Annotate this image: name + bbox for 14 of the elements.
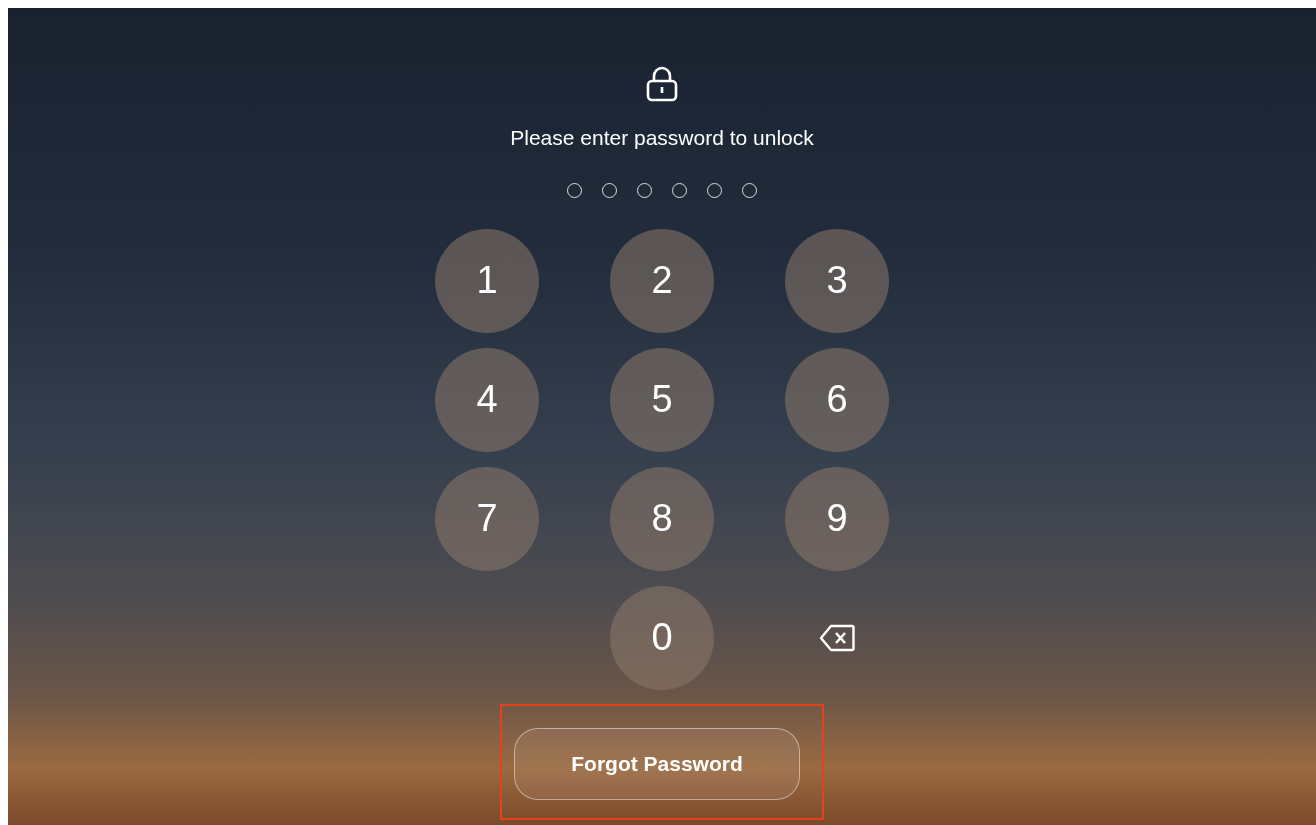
- digit-key[interactable]: 2: [610, 228, 714, 333]
- digit-key[interactable]: 4: [435, 347, 539, 452]
- lock-icon: [645, 66, 679, 102]
- digit-key[interactable]: 3: [785, 228, 889, 333]
- unlock-prompt: Please enter password to unlock: [510, 125, 814, 151]
- digit-key[interactable]: 0: [610, 585, 714, 690]
- digit-key[interactable]: 8: [610, 466, 714, 571]
- digit-key[interactable]: 5: [610, 347, 714, 452]
- digit-key[interactable]: 1: [435, 228, 539, 333]
- digit-key[interactable]: 6: [785, 347, 889, 452]
- digit-key[interactable]: 9: [785, 466, 889, 571]
- forgot-password-button[interactable]: Forgot Password: [514, 727, 800, 800]
- digit-key[interactable]: 7: [435, 466, 539, 571]
- backspace-icon[interactable]: [819, 623, 855, 652]
